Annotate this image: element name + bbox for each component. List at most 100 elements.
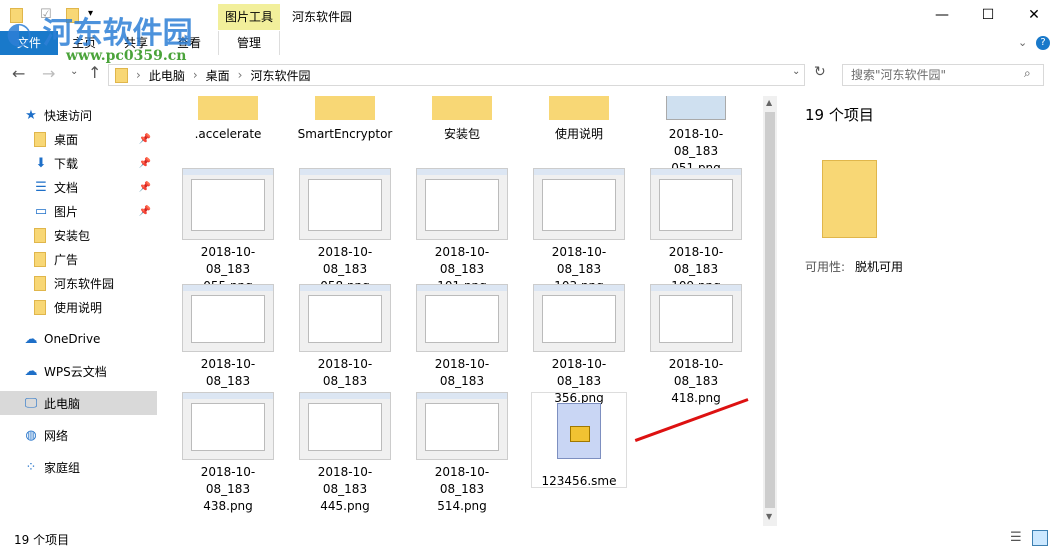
file-name-line2: 445.png [320, 499, 370, 513]
file-name: 2018-10-08_183 [434, 465, 490, 496]
large-folder-icon [822, 160, 877, 238]
folder-icon [34, 251, 46, 267]
large-icons-view-icon[interactable] [1032, 530, 1048, 546]
details-count: 19 个项目 [805, 106, 874, 124]
tab-manage[interactable]: 管理 [218, 31, 280, 55]
address-dropdown-icon[interactable]: ⌄ [792, 66, 800, 77]
sidebar-item[interactable]: ⬇ 下载 📌 [0, 151, 157, 175]
file-item[interactable]: 2018-10-08_183253.png [180, 284, 276, 407]
sidebar-item-label: WPS云文档 [44, 364, 107, 379]
file-name: 安装包 [443, 127, 480, 141]
file-item[interactable]: 123456.sme [531, 392, 627, 488]
file-list: .accelerate SmartEncryptor 安装包 使用说明 2018-10-… [160, 96, 760, 526]
close-button[interactable]: ✕ [1011, 0, 1057, 31]
image-thumbnail [299, 284, 391, 352]
scrollbar-thumb[interactable] [765, 112, 775, 508]
star-icon: ★ [25, 107, 37, 123]
file-item[interactable]: 2018-10-08_183051.png [648, 96, 744, 177]
help-icon[interactable]: ? [1036, 36, 1050, 50]
file-item[interactable]: 2018-10-08_183101.png [414, 168, 510, 295]
availability-label: 可用性: [805, 260, 846, 274]
file-name: 2018-10-08_183 [317, 465, 373, 496]
image-thumbnail [650, 168, 742, 240]
forward-icon[interactable]: → [42, 64, 55, 83]
navigation-pane: ★ 快速访问 桌面 📌 ⬇ 下载 📌 ☰ 文档 📌 ▭ 图片 📌 安装包 广告 河东软件园 使用说明 ☁ OneDr… [0, 96, 157, 526]
recent-icon[interactable]: ⌄ [70, 66, 78, 77]
file-item[interactable]: 2018-10-08_183314.png [297, 284, 393, 407]
file-name: 2018-10-08_183 [317, 357, 373, 388]
sidebar-item[interactable]: 桌面 📌 [0, 127, 157, 151]
breadcrumb-desktop[interactable]: 桌面 [206, 67, 230, 84]
sidebar-item[interactable]: ▭ 图片 📌 [0, 199, 157, 223]
expand-ribbon-icon[interactable]: ⌄ [1018, 36, 1027, 49]
sidebar-item[interactable]: 使用说明 [0, 295, 157, 319]
file-item[interactable]: 2018-10-08_183 514.png [414, 392, 510, 515]
address-bar[interactable]: › 此电脑 › 桌面 › 河东软件园 [108, 64, 805, 86]
folder-item[interactable]: 安装包 [414, 96, 510, 143]
sidebar-item[interactable]: ★ 快速访问 [0, 103, 157, 127]
file-item[interactable]: 2018-10-08_183055.png [180, 168, 276, 295]
chevron-right-icon: › [192, 68, 198, 82]
sidebar-item-label: 快速访问 [44, 108, 93, 123]
status-count: 19 个项目 [14, 533, 70, 547]
file-name: 2018-10-08_183 [434, 245, 490, 276]
sidebar-item[interactable]: 河东软件园 [0, 271, 157, 295]
file-item[interactable]: 2018-10-08_183 445.png [297, 392, 393, 515]
maximize-button[interactable]: ☐ [965, 0, 1011, 31]
folder-icon [115, 67, 128, 83]
cloud-icon: ☁ [24, 363, 38, 379]
sidebar-item[interactable]: ⁘ 家庭组 [0, 455, 157, 479]
folder-item[interactable]: .accelerate [180, 96, 276, 143]
image-thumbnail [299, 168, 391, 240]
computer-icon: 🖵 [24, 395, 38, 411]
image-thumbnail [650, 284, 742, 352]
folder-icon [34, 131, 46, 147]
watermark-logo: ◐ 河东软件园 [6, 16, 193, 51]
minimize-button[interactable]: — [919, 0, 965, 31]
file-item[interactable]: 2018-10-08_183 356.png [531, 284, 627, 407]
sidebar-item[interactable]: ◍ 网络 [0, 423, 157, 447]
window-title: 河东软件园 [292, 10, 353, 24]
file-item[interactable]: 2018-10-08_183331.png [414, 284, 510, 407]
sidebar-item-label: 安装包 [54, 228, 91, 243]
image-thumbnail [299, 392, 391, 460]
back-icon[interactable]: ← [12, 64, 25, 83]
file-item[interactable]: 2018-10-08_183058.png [297, 168, 393, 295]
pin-icon: 📌 [138, 133, 151, 145]
search-input[interactable]: 搜索"河东软件园" [842, 64, 1044, 86]
file-name: 2018-10-08_183 [200, 357, 256, 388]
file-item[interactable]: 2018-10-08_183 438.png [180, 392, 276, 515]
image-thumbnail [182, 168, 274, 240]
sidebar-item-label: OneDrive [44, 332, 101, 346]
folder-icon [315, 96, 375, 120]
folder-item[interactable]: SmartEncryptor [297, 96, 393, 143]
sidebar-item[interactable]: ☁ OneDrive [0, 327, 157, 351]
sidebar-item-label: 网络 [44, 428, 69, 443]
sidebar-item[interactable]: 广告 [0, 247, 157, 271]
pin-icon: 📌 [138, 205, 151, 217]
sidebar-item[interactable]: 安装包 [0, 223, 157, 247]
image-thumbnail [182, 284, 274, 352]
folder-item[interactable]: 使用说明 [531, 96, 627, 143]
watermark-url: www.pc0359.cn [66, 48, 187, 64]
details-view-icon[interactable]: ☰ [1010, 530, 1022, 545]
refresh-icon[interactable]: ↻ [814, 64, 826, 80]
sidebar-item[interactable]: 🖵 此电脑 [0, 391, 157, 415]
breadcrumb-this-pc[interactable]: 此电脑 [149, 67, 185, 84]
scroll-up-icon[interactable]: ▲ [766, 98, 772, 107]
breadcrumb-folder[interactable]: 河东软件园 [250, 67, 310, 84]
download-icon: ⬇ [35, 155, 47, 171]
sidebar-item-label: 文档 [54, 180, 79, 195]
file-name: 2018-10-08_183 [434, 357, 490, 388]
file-item[interactable]: 2018-10-08_183 418.png [648, 284, 744, 407]
scroll-down-icon[interactable]: ▼ [766, 512, 772, 521]
chevron-right-icon: › [136, 68, 141, 82]
sidebar-item-label: 使用说明 [54, 300, 103, 315]
folder-icon [198, 96, 258, 120]
file-item[interactable]: 2018-10-08_183103.png [531, 168, 627, 295]
sidebar-item[interactable]: ☁ WPS云文档 [0, 359, 157, 383]
up-icon[interactable]: ↑ [88, 63, 101, 82]
sidebar-item[interactable]: ☰ 文档 📌 [0, 175, 157, 199]
folder-icon [34, 227, 46, 243]
file-item[interactable]: 2018-10-08_183109.png [648, 168, 744, 295]
